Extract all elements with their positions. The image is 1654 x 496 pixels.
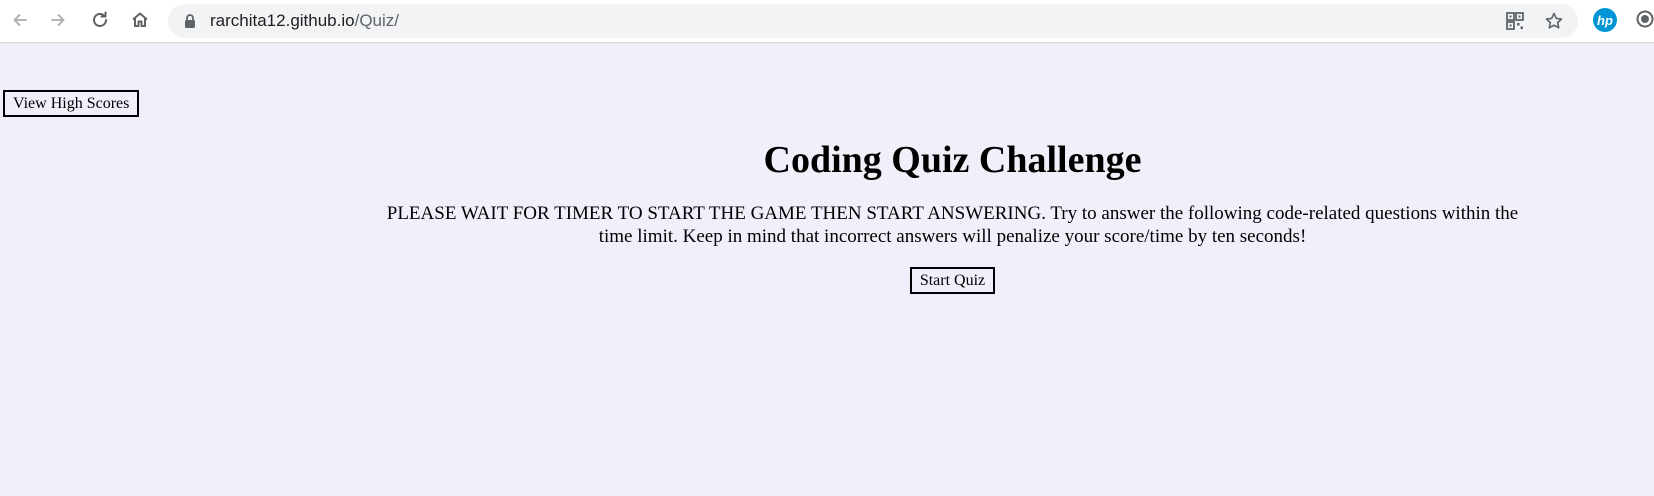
instructions-text: PLEASE WAIT FOR TIMER TO START THE GAME …	[386, 203, 1519, 247]
reload-icon	[93, 11, 107, 27]
url-path: /Quiz/	[354, 11, 399, 30]
view-high-scores-button[interactable]: View High Scores	[3, 90, 140, 117]
home-icon	[132, 12, 148, 27]
reload-button[interactable]	[86, 6, 114, 34]
start-quiz-button[interactable]: Start Quiz	[909, 267, 996, 294]
arrow-left-icon	[13, 14, 27, 26]
arrow-right-icon	[51, 14, 65, 26]
profile-icon[interactable]	[1636, 10, 1654, 28]
forward-button[interactable]	[44, 6, 72, 34]
hp-extension-label: hp	[1597, 12, 1613, 28]
back-button[interactable]	[6, 6, 34, 34]
hp-extension-icon[interactable]: hp	[1593, 8, 1617, 32]
page-content: View High Scores Coding Quiz Challenge P…	[0, 43, 1654, 496]
qr-code-icon[interactable]	[1505, 11, 1525, 31]
home-button[interactable]	[126, 6, 154, 34]
url-text[interactable]: rarchita12.github.io/Quiz/	[210, 11, 399, 31]
page-title: Coding Quiz Challenge	[763, 139, 1142, 181]
quiz-intro: Coding Quiz Challenge PLEASE WAIT FOR TI…	[350, 43, 1555, 294]
url-host: rarchita12.github.io	[210, 11, 355, 30]
star-icon[interactable]	[1544, 11, 1564, 31]
browser-toolbar: rarchita12.github.io/Quiz/ hp	[0, 0, 1654, 43]
lock-icon[interactable]	[182, 13, 198, 29]
address-bar[interactable]: rarchita12.github.io/Quiz/	[168, 4, 1578, 38]
